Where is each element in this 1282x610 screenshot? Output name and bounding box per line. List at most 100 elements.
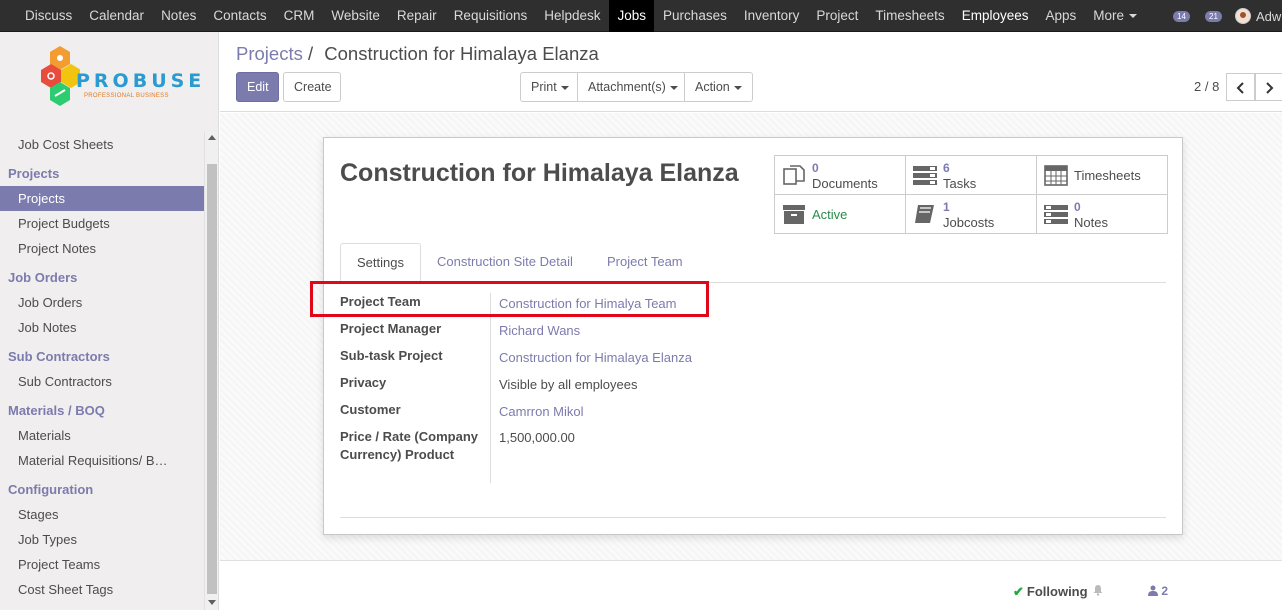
tab-construction-site-detail[interactable]: Construction Site Detail bbox=[421, 243, 589, 283]
menu-notes[interactable]: Notes bbox=[152, 0, 204, 32]
chat-icon[interactable]: 21 bbox=[1203, 8, 1225, 24]
pager-previous-button[interactable] bbox=[1226, 73, 1255, 101]
sidebar-section-configuration[interactable]: Configuration bbox=[0, 478, 204, 502]
menu-crm[interactable]: CRM bbox=[275, 0, 323, 32]
create-button[interactable]: Create bbox=[283, 72, 341, 102]
breadcrumb-projects-link[interactable]: Projects bbox=[236, 43, 303, 64]
notes-button[interactable]: 0 Notes bbox=[1037, 195, 1168, 234]
sidebar-item-project-teams[interactable]: Project Teams bbox=[0, 552, 204, 577]
user-avatar[interactable] bbox=[1235, 8, 1251, 24]
documents-icon bbox=[783, 165, 805, 185]
menu-inventory[interactable]: Inventory bbox=[735, 0, 808, 32]
sidebar-section-materials-boq[interactable]: Materials / BOQ bbox=[0, 399, 204, 423]
timesheets-button[interactable]: Timesheets bbox=[1037, 156, 1168, 195]
menu-project[interactable]: Project bbox=[807, 0, 866, 32]
sheet-divider bbox=[340, 517, 1166, 518]
jobcosts-button[interactable]: 1 Jobcosts bbox=[906, 195, 1037, 234]
action-label: Action bbox=[695, 80, 730, 94]
tasks-count: 6 bbox=[943, 161, 950, 175]
chevron-down-icon bbox=[669, 85, 678, 90]
app-menu: Discuss Calendar Notes Contacts CRM Webs… bbox=[16, 0, 1145, 32]
sidebar-item-project-notes[interactable]: Project Notes bbox=[0, 236, 204, 261]
logo-wordmark: PROBUSE bbox=[76, 70, 206, 92]
sidebar-item-stages[interactable]: Stages bbox=[0, 502, 204, 527]
sidebar-item-projects[interactable]: Projects bbox=[0, 186, 204, 211]
menu-purchases[interactable]: Purchases bbox=[654, 0, 735, 32]
field-label: Price / Rate (Company Currency) Product bbox=[340, 429, 478, 462]
sidebar-item-job-types[interactable]: Job Types bbox=[0, 527, 204, 552]
sidebar-section-job-orders[interactable]: Job Orders bbox=[0, 266, 204, 290]
chatter-bar: ✔ Following 2 bbox=[220, 560, 1282, 610]
edit-button[interactable]: Edit bbox=[236, 72, 279, 102]
tab-project-team[interactable]: Project Team bbox=[591, 243, 699, 283]
menu-calendar[interactable]: Calendar bbox=[80, 0, 152, 32]
breadcrumb: Projects / Construction for Himalaya Ela… bbox=[236, 43, 599, 65]
menu-requisitions[interactable]: Requisitions bbox=[445, 0, 536, 32]
pager-value[interactable]: 2 / 8 bbox=[1194, 79, 1219, 94]
sidebar-item-job-cost-sheets[interactable]: Job Cost Sheets bbox=[0, 132, 204, 157]
sidebar-scrollbar[interactable] bbox=[204, 132, 218, 610]
tab-settings[interactable]: Settings bbox=[340, 243, 421, 284]
price-rate-value: 1,500,000.00 bbox=[499, 430, 575, 445]
menu-more[interactable]: More bbox=[1084, 0, 1145, 32]
followers-button[interactable]: 2 bbox=[1148, 584, 1168, 598]
chevron-down-icon bbox=[560, 85, 569, 90]
sidebar-item-cost-sheet-tags[interactable]: Cost Sheet Tags bbox=[0, 577, 204, 602]
menu-website[interactable]: Website bbox=[322, 0, 388, 32]
sidebar-item-job-notes[interactable]: Job Notes bbox=[0, 315, 204, 340]
sidebar-item-material-requisitions[interactable]: Material Requisitions/ B… bbox=[0, 448, 204, 473]
documents-label: Documents bbox=[812, 176, 878, 191]
top-navbar: Discuss Calendar Notes Contacts CRM Webs… bbox=[0, 0, 1282, 32]
documents-button[interactable]: 0 Documents bbox=[775, 156, 906, 195]
following-label: Following bbox=[1026, 584, 1088, 599]
field-label: Sub-task Project bbox=[340, 348, 443, 363]
form-sheet: Construction for Himalaya Elanza 0 Docum… bbox=[323, 137, 1183, 535]
field-label: Privacy bbox=[340, 375, 387, 390]
following-button[interactable]: ✔ Following bbox=[1013, 584, 1088, 600]
sidebar: PROBUSE PROFESSIONAL BUSINESS Job Cost S… bbox=[0, 32, 219, 610]
menu-employees[interactable]: Employees bbox=[953, 0, 1037, 32]
sidebar-item-job-orders[interactable]: Job Orders bbox=[0, 290, 204, 315]
book-icon bbox=[915, 205, 934, 223]
action-dropdown[interactable]: Action bbox=[684, 72, 753, 102]
chat-badge: 21 bbox=[1205, 11, 1222, 22]
customer-link[interactable]: Camrron Mikol bbox=[499, 403, 584, 421]
field-label: Customer bbox=[340, 402, 401, 417]
activity-icon[interactable]: 14 bbox=[1171, 8, 1193, 24]
sidebar-section-sub-contractors[interactable]: Sub Contractors bbox=[0, 345, 204, 369]
bell-icon[interactable] bbox=[1092, 584, 1104, 596]
scroll-down-icon[interactable] bbox=[208, 600, 216, 605]
project-manager-link[interactable]: Richard Wans bbox=[499, 322, 580, 340]
menu-helpdesk[interactable]: Helpdesk bbox=[535, 0, 608, 32]
menu-discuss[interactable]: Discuss bbox=[16, 0, 80, 32]
scrollbar-thumb[interactable] bbox=[207, 164, 217, 594]
notes-icon bbox=[1044, 205, 1068, 224]
print-dropdown[interactable]: Print bbox=[520, 72, 580, 102]
documents-count: 0 bbox=[812, 161, 819, 175]
active-toggle-button[interactable]: Active bbox=[775, 195, 906, 234]
company-logo[interactable]: PROBUSE PROFESSIONAL BUSINESS bbox=[40, 44, 201, 124]
sidebar-item-project-budgets[interactable]: Project Budgets bbox=[0, 211, 204, 236]
sidebar-section-projects[interactable]: Projects bbox=[0, 162, 204, 186]
notes-count: 0 bbox=[1074, 200, 1081, 214]
user-name[interactable]: Adw bbox=[1256, 9, 1282, 24]
calendar-icon bbox=[1044, 165, 1068, 186]
menu-jobs[interactable]: Jobs bbox=[608, 0, 655, 32]
messages-badge: 14 bbox=[1173, 11, 1190, 22]
check-icon: ✔ bbox=[1013, 584, 1024, 599]
tasks-button[interactable]: 6 Tasks bbox=[906, 156, 1037, 195]
sidebar-item-sub-contractors[interactable]: Sub Contractors bbox=[0, 369, 204, 394]
scroll-up-icon[interactable] bbox=[208, 135, 216, 140]
menu-apps[interactable]: Apps bbox=[1036, 0, 1084, 32]
menu-timesheets[interactable]: Timesheets bbox=[866, 0, 952, 32]
attachments-dropdown[interactable]: Attachment(s) bbox=[577, 72, 689, 102]
active-status-label: Active bbox=[812, 207, 848, 222]
chevron-down-icon bbox=[733, 85, 742, 90]
jobcosts-count: 1 bbox=[943, 200, 950, 214]
pager-next-button[interactable] bbox=[1255, 73, 1282, 101]
subtask-project-link[interactable]: Construction for Himalaya Elanza bbox=[499, 349, 692, 367]
menu-repair[interactable]: Repair bbox=[388, 0, 445, 32]
more-label: More bbox=[1093, 8, 1125, 23]
menu-contacts[interactable]: Contacts bbox=[204, 0, 274, 32]
sidebar-item-materials[interactable]: Materials bbox=[0, 423, 204, 448]
